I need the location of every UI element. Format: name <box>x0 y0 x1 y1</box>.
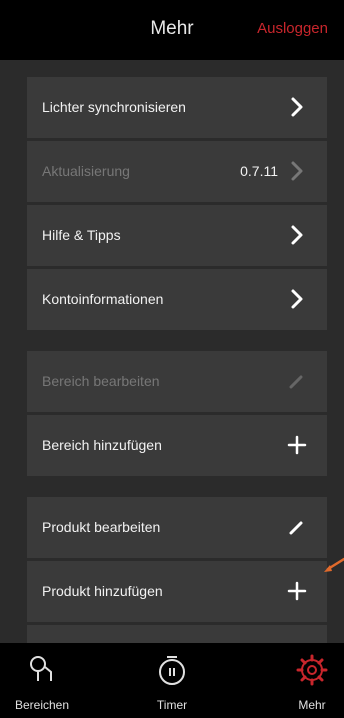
gear-icon <box>295 653 329 687</box>
tab-mehr[interactable]: Mehr <box>272 643 344 718</box>
menu-item-label: Lichter synchronisieren <box>42 99 186 115</box>
chevron-right-icon <box>283 221 311 249</box>
tab-bereichen[interactable]: Bereichen <box>2 643 82 718</box>
menu-item-label: Bereich hinzufügen <box>42 437 162 453</box>
tab-label: Mehr <box>298 698 326 712</box>
menu-item-edit-product[interactable]: Produkt bearbeiten <box>27 497 327 558</box>
menu-item-update[interactable]: Aktualisierung 0.7.11 <box>27 141 327 202</box>
tab-label: Bereichen <box>14 698 70 712</box>
menu-item-label: Produkt hinzufügen <box>42 583 163 599</box>
pencil-icon <box>283 367 311 395</box>
menu-item-add-product[interactable]: Produkt hinzufügen <box>27 561 327 622</box>
stopwatch-icon <box>155 653 189 687</box>
menu-item-label: Bereich bearbeiten <box>42 373 160 389</box>
menu-item-edit-area[interactable]: Bereich bearbeiten <box>27 351 327 412</box>
logout-button[interactable]: Ausloggen <box>257 20 328 37</box>
top-bar: Mehr Ausloggen <box>0 0 344 60</box>
menu-item-label: Hilfe & Tipps <box>42 227 121 243</box>
menu-item-label: Produkt bearbeiten <box>42 519 161 535</box>
chevron-right-icon <box>283 93 311 121</box>
menu-item-label: Aktualisierung <box>42 163 130 179</box>
menu-item-help-tips[interactable]: Hilfe & Tipps <box>27 205 327 266</box>
plus-icon <box>283 431 311 459</box>
tab-label: Timer <box>156 698 188 712</box>
plus-icon <box>283 577 311 605</box>
menu-item-label: Kontoinformationen <box>42 291 164 307</box>
menu-item-add-area[interactable]: Bereich hinzufügen <box>27 415 327 476</box>
version-value: 0.7.11 <box>240 163 278 179</box>
menu-item-account-info[interactable]: Kontoinformationen <box>27 269 327 330</box>
settings-list: Lichter synchronisieren Aktualisierung 0… <box>0 60 344 643</box>
pointer-arrow-icon <box>320 557 344 577</box>
pencil-icon <box>283 513 311 541</box>
menu-item-sync-lights[interactable]: Lichter synchronisieren <box>27 77 327 138</box>
list-item <box>27 625 327 643</box>
chevron-right-icon <box>283 285 311 313</box>
tab-timer[interactable]: Timer <box>132 643 212 718</box>
room-icon <box>25 653 59 687</box>
tab-bar: Bereichen Timer Mehr <box>0 643 344 718</box>
chevron-right-icon <box>283 157 311 185</box>
